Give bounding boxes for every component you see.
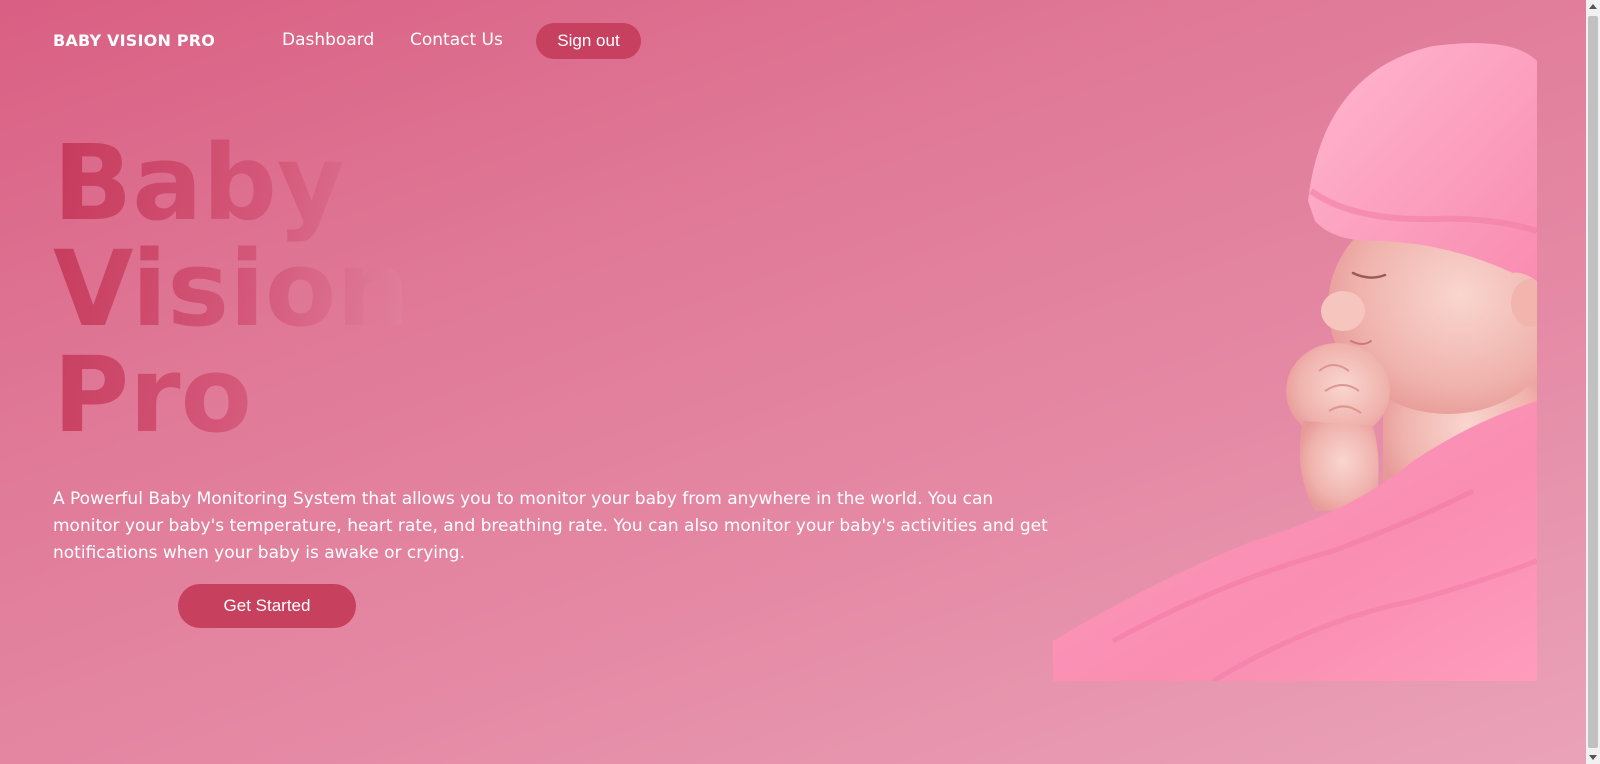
hero-title: Baby Vision Pro <box>53 130 410 448</box>
landing-page: BABY VISION PRO Dashboard Contact Us Sig… <box>0 0 1586 764</box>
brand-logo[interactable]: BABY VISION PRO <box>53 31 215 50</box>
hero-title-line: Pro <box>53 334 252 456</box>
sign-out-button[interactable]: Sign out <box>536 23 641 59</box>
hero-title-line: Baby <box>53 122 345 244</box>
scrollbar-thumb[interactable] <box>1588 16 1598 748</box>
scroll-up-arrow-icon[interactable] <box>1589 4 1597 9</box>
nav-link-dashboard[interactable]: Dashboard <box>282 30 374 50</box>
hero-description: A Powerful Baby Monitoring System that a… <box>53 489 1048 563</box>
scroll-down-arrow-icon[interactable] <box>1589 755 1597 760</box>
page-scrollbar[interactable] <box>1586 0 1600 764</box>
hero-title-line: Vision <box>53 228 411 350</box>
get-started-button[interactable]: Get Started <box>178 584 356 628</box>
sleeping-baby-image <box>1053 41 1537 681</box>
nav-link-contact-us[interactable]: Contact Us <box>410 30 503 50</box>
